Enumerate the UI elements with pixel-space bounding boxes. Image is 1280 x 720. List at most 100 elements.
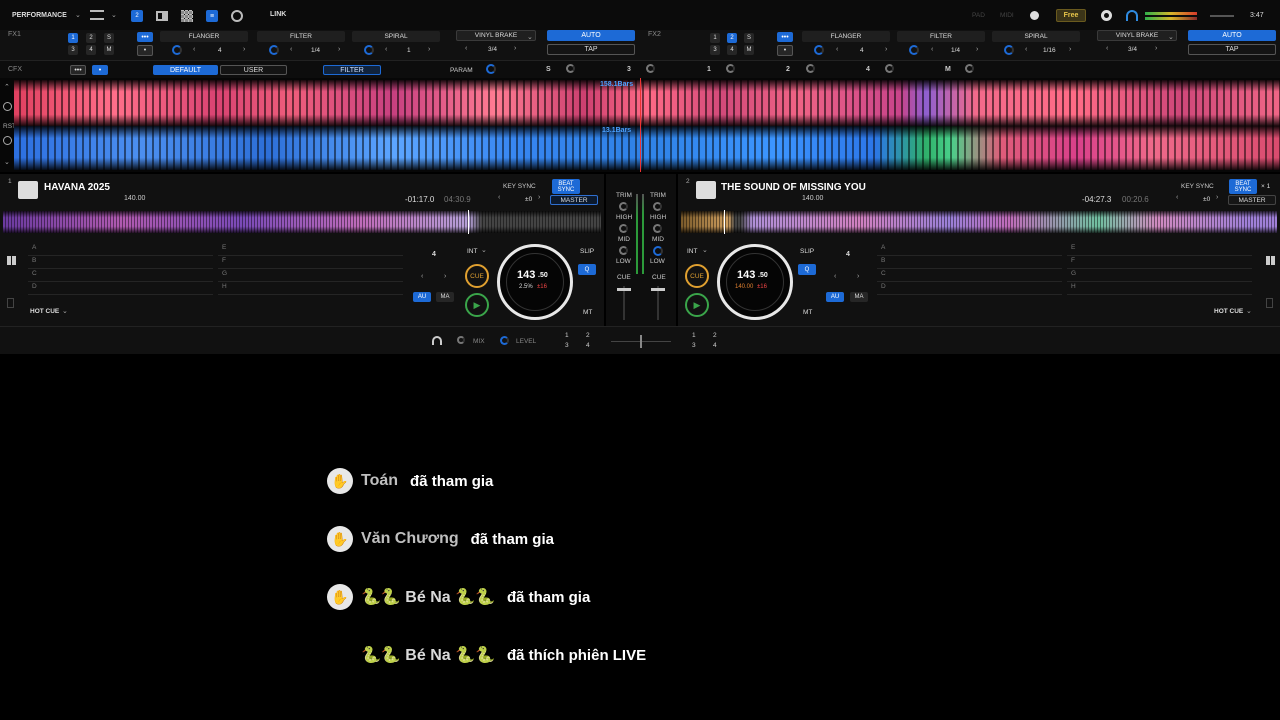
deck2-pad-a[interactable]: A — [877, 244, 1062, 256]
deck2-pad-c[interactable]: C — [877, 270, 1062, 282]
deck1-key-up[interactable]: › — [538, 194, 540, 201]
fx2-effect3-knob[interactable] — [1004, 45, 1014, 55]
deck1-pad-c[interactable]: C — [28, 270, 213, 282]
deck1-auto-loop[interactable]: AU — [413, 292, 431, 302]
fx1-deck-m[interactable]: M — [104, 45, 114, 55]
mixer-mid-knob-1[interactable] — [619, 246, 628, 255]
fx2-auto-button[interactable]: AUTO — [1188, 30, 1276, 41]
deck2-hot-cue-label[interactable]: HOT CUE — [1214, 308, 1243, 315]
deck2-elapsed-time[interactable]: 00:20.6 — [1122, 195, 1149, 204]
headphone-icon[interactable] — [1126, 10, 1138, 21]
cfx-m-knob[interactable] — [965, 64, 974, 73]
fx2-effect4-inc[interactable]: › — [1155, 45, 1157, 52]
fx2-deck-2[interactable]: 2 — [727, 33, 737, 43]
fx1-effect1-inc[interactable]: › — [243, 46, 245, 53]
mode-label[interactable]: PERFORMANCE — [12, 12, 67, 19]
fx1-effect3-dec[interactable]: ‹ — [385, 46, 387, 53]
fx2-deck-1[interactable]: 1 — [710, 33, 720, 43]
mixer-mid-knob-2[interactable] — [653, 246, 663, 256]
cfx-3-knob[interactable] — [646, 64, 655, 73]
deck1-track-waveform[interactable] — [3, 211, 601, 233]
deck1-remaining-time[interactable]: -01:17.0 — [405, 195, 434, 204]
free-badge[interactable]: Free — [1056, 9, 1086, 22]
fx1-tap-button[interactable]: TAP — [547, 44, 635, 55]
deck2-master-button[interactable]: MASTER — [1228, 195, 1276, 205]
fx1-effect2-dec[interactable]: ‹ — [290, 46, 292, 53]
cfx-1-knob[interactable] — [726, 64, 735, 73]
deck1-pad-a[interactable]: A — [28, 244, 213, 256]
mixer-high-knob-1[interactable] — [619, 224, 628, 233]
waveform-up-chevron-icon[interactable]: ⌃ — [4, 83, 10, 91]
fx2-effect2-dec[interactable]: ‹ — [931, 46, 933, 53]
deck2-int-dropdown-icon[interactable]: ⌄ — [702, 246, 708, 254]
deck1-pad-d[interactable]: D — [28, 283, 213, 295]
deck2-cue-button[interactable]: CUE — [685, 264, 709, 288]
fx2-effect1-knob[interactable] — [814, 45, 824, 55]
fx2-deck-s[interactable]: S — [744, 33, 754, 43]
deck1-pad-f[interactable]: F — [218, 257, 403, 269]
deck2-overview-waveform[interactable] — [14, 126, 1280, 170]
crossfader-assign-left-3[interactable]: 3 — [565, 342, 569, 349]
deck1-loop-double[interactable]: › — [444, 273, 446, 280]
deck1-key-sync-button[interactable]: KEY SYNC — [503, 183, 536, 190]
fx2-effect4-select[interactable]: VINYL BRAKE — [1097, 30, 1177, 41]
deck2-quantize-button[interactable]: Q — [798, 264, 816, 275]
fx2-more-button[interactable]: ••• — [777, 32, 793, 42]
cfx-default-tab[interactable]: DEFAULT — [153, 65, 218, 75]
fx2-deck-m[interactable]: M — [744, 45, 754, 55]
deck1-jog-wheel[interactable]: 143 .50 2.5% ±16 — [497, 244, 573, 320]
fx2-deck-3[interactable]: 3 — [710, 45, 720, 55]
zoom-out-icon[interactable] — [3, 136, 12, 145]
deck2-loop-halve[interactable]: ‹ — [834, 273, 836, 280]
fx2-effect3-select[interactable]: SPIRAL — [992, 31, 1080, 42]
fx1-effect1-knob[interactable] — [172, 45, 182, 55]
deck2-key-sync-button[interactable]: KEY SYNC — [1181, 183, 1214, 190]
link-button[interactable]: LINK — [270, 11, 286, 18]
deck2-track-waveform[interactable] — [681, 211, 1277, 233]
deck1-slip-button[interactable]: SLIP — [580, 248, 594, 255]
fx1-effect3-inc[interactable]: › — [428, 46, 430, 53]
deck2-pad-f[interactable]: F — [1067, 257, 1252, 269]
deck2-side-handle[interactable] — [1266, 298, 1273, 308]
crossfader-assign-right-1[interactable]: 1 — [692, 332, 696, 339]
fx2-effect1-dec[interactable]: ‹ — [836, 46, 838, 53]
deck2-play-button[interactable]: ▶ — [685, 293, 709, 317]
fx1-deck-2[interactable]: 2 — [86, 33, 96, 43]
deck1-manual-loop[interactable]: MA — [436, 292, 454, 302]
fx1-effect2-select[interactable]: FILTER — [257, 31, 345, 42]
layout-split-icon[interactable] — [156, 11, 168, 21]
fx1-deck-1[interactable]: 1 — [68, 33, 78, 43]
fx2-tap-button[interactable]: TAP — [1188, 44, 1276, 55]
crossfader-assign-left-1[interactable]: 1 — [565, 332, 569, 339]
deck1-beat-sync-button[interactable]: BEAT SYNC — [552, 179, 580, 194]
fx1-effect3-knob[interactable] — [364, 45, 374, 55]
deck1-pad-g[interactable]: G — [218, 270, 403, 282]
fx2-on-button[interactable]: • — [777, 45, 793, 56]
fx1-effect3-select[interactable]: SPIRAL — [352, 31, 440, 42]
deck2-remaining-time[interactable]: -04:27.3 — [1082, 195, 1111, 204]
deck2-pad-g[interactable]: G — [1067, 270, 1252, 282]
fx1-on-button[interactable]: • — [137, 45, 153, 56]
crossfader-assign-left-2[interactable]: 2 — [586, 332, 590, 339]
mixer-icon[interactable]: ≡ — [206, 10, 218, 22]
deck1-pad-e[interactable]: E — [218, 244, 403, 256]
master-volume-slider[interactable] — [1210, 15, 1234, 17]
deck1-overview-waveform[interactable] — [14, 80, 1280, 126]
deck1-side-handle[interactable] — [7, 298, 14, 308]
deck2-slip-button[interactable]: SLIP — [800, 248, 814, 255]
deck2-artwork[interactable] — [696, 181, 716, 199]
mixer-cue-button-2[interactable]: CUE — [652, 274, 666, 281]
zoom-in-icon[interactable] — [3, 102, 12, 111]
deck2-jog-wheel[interactable]: 143 .50 140.00 ±16 — [717, 244, 793, 320]
crossfader-assign-left-4[interactable]: 4 — [586, 342, 590, 349]
deck1-master-button[interactable]: MASTER — [550, 195, 598, 205]
cfx-4-knob[interactable] — [885, 64, 894, 73]
cfx-user-tab[interactable]: USER — [220, 65, 287, 75]
info-icon[interactable] — [1030, 11, 1039, 20]
fx1-deck-3[interactable]: 3 — [68, 45, 78, 55]
crossfader-handle[interactable] — [640, 335, 642, 348]
fx1-effect4-inc[interactable]: › — [514, 45, 516, 52]
menu-dropdown-icon[interactable]: ⌄ — [111, 11, 117, 19]
fx1-effect4-dec[interactable]: ‹ — [465, 45, 467, 52]
mixer-channel-fader-handle-2[interactable] — [651, 288, 665, 291]
